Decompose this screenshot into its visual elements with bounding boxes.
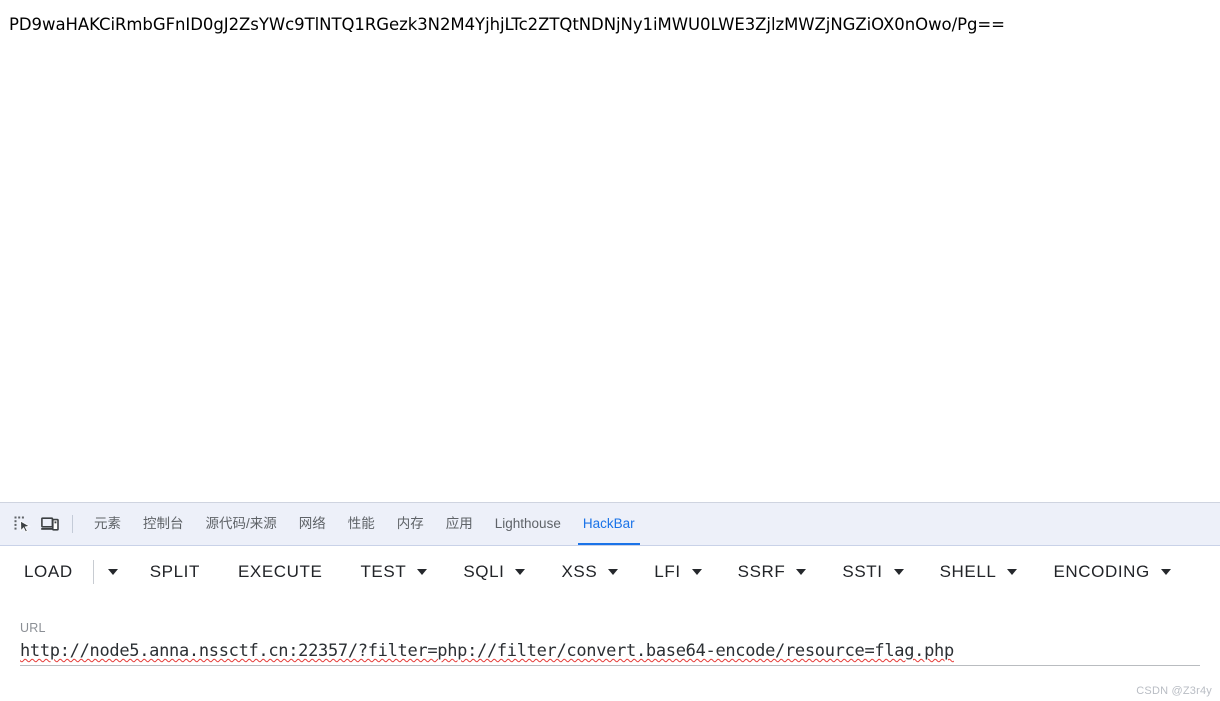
devtools-panel: 元素 控制台 源代码/来源 网络 性能 内存 应用 Lighthouse Hac…: [0, 502, 1220, 701]
url-field-label: URL: [20, 621, 46, 635]
hackbar-toolbar: LOAD SPLIT EXECUTE TEST SQLI XSS LFI SSR…: [0, 546, 1220, 598]
tab-application[interactable]: 应用: [435, 503, 484, 545]
watermark: CSDN @Z3r4y: [1136, 685, 1212, 697]
test-chevron-down-icon[interactable]: [417, 569, 428, 575]
tab-label: 源代码/来源: [205, 516, 277, 531]
inspect-element-icon[interactable]: [8, 510, 36, 538]
shell-button[interactable]: SHELL: [938, 558, 999, 586]
page-body-text: PD9waHAKCiRmbGFnID0gJ2ZsYWc9TlNTQ1RGezk3…: [9, 15, 1005, 34]
tab-label: 内存: [396, 516, 424, 531]
ssrf-button[interactable]: SSRF: [736, 558, 788, 586]
tab-performance[interactable]: 性能: [337, 503, 386, 545]
tab-label: HackBar: [582, 516, 635, 531]
hackbar-xss-group[interactable]: XSS: [559, 558, 619, 586]
encoding-chevron-down-icon[interactable]: [1160, 569, 1171, 575]
tab-elements[interactable]: 元素: [83, 503, 132, 545]
tab-hackbar[interactable]: HackBar: [572, 503, 646, 545]
hackbar-ssti-group[interactable]: SSTI: [840, 558, 904, 586]
xss-button[interactable]: XSS: [559, 558, 599, 586]
ssrf-chevron-down-icon[interactable]: [796, 569, 807, 575]
sqli-button[interactable]: SQLI: [461, 558, 506, 586]
tab-label: 网络: [298, 516, 326, 531]
ssti-button[interactable]: SSTI: [840, 558, 884, 586]
hackbar-ssrf-group[interactable]: SSRF: [736, 558, 807, 586]
load-chevron-down-icon[interactable]: [107, 569, 118, 575]
load-button[interactable]: LOAD: [22, 558, 75, 586]
hackbar-encoding-group[interactable]: ENCODING: [1051, 558, 1171, 586]
ssti-chevron-down-icon[interactable]: [893, 569, 904, 575]
tab-lighthouse[interactable]: Lighthouse: [484, 503, 572, 545]
page-viewport: PD9waHAKCiRmbGFnID0gJ2ZsYWc9TlNTQ1RGezk3…: [0, 0, 1220, 502]
shell-chevron-down-icon[interactable]: [1007, 569, 1018, 575]
xss-chevron-down-icon[interactable]: [608, 569, 619, 575]
tab-label: 应用: [445, 516, 473, 531]
lfi-chevron-down-icon[interactable]: [691, 569, 702, 575]
tab-console[interactable]: 控制台: [132, 503, 195, 545]
hackbar-shell-group[interactable]: SHELL: [938, 558, 1018, 586]
hackbar-sqli-group[interactable]: SQLI: [461, 558, 526, 586]
tab-label: 控制台: [143, 516, 184, 531]
url-input[interactable]: http://node5.anna.nssctf.cn:22357/?filte…: [20, 641, 1200, 666]
tab-sources[interactable]: 源代码/来源: [195, 503, 288, 545]
split-button[interactable]: SPLIT: [148, 558, 202, 586]
test-button[interactable]: TEST: [358, 558, 408, 586]
browser-window: PD9waHAKCiRmbGFnID0gJ2ZsYWc9TlNTQ1RGezk3…: [0, 0, 1220, 701]
encoding-button[interactable]: ENCODING: [1051, 558, 1151, 586]
hackbar-split-group: SPLIT: [148, 558, 202, 586]
url-input-value: http://node5.anna.nssctf.cn:22357/?filte…: [20, 641, 954, 661]
devtools-tabbar: 元素 控制台 源代码/来源 网络 性能 内存 应用 Lighthouse Hac…: [0, 503, 1220, 546]
sqli-chevron-down-icon[interactable]: [515, 569, 526, 575]
execute-button[interactable]: EXECUTE: [236, 558, 325, 586]
hackbar-execute-group: EXECUTE: [236, 558, 325, 586]
tab-network[interactable]: 网络: [288, 503, 337, 545]
lfi-button[interactable]: LFI: [652, 558, 682, 586]
load-divider: [92, 560, 94, 584]
hackbar-load-group: LOAD: [22, 558, 118, 586]
hackbar-lfi-group[interactable]: LFI: [652, 558, 702, 586]
toolbar-divider: [72, 515, 73, 533]
device-toolbar-icon[interactable]: [36, 510, 64, 538]
hackbar-test-group[interactable]: TEST: [358, 558, 428, 586]
tab-memory[interactable]: 内存: [386, 503, 435, 545]
url-field-wrapper: URL http://node5.anna.nssctf.cn:22357/?f…: [20, 621, 1200, 666]
tab-label: Lighthouse: [494, 516, 561, 531]
tab-label: 性能: [347, 516, 375, 531]
tab-label: 元素: [94, 516, 121, 531]
